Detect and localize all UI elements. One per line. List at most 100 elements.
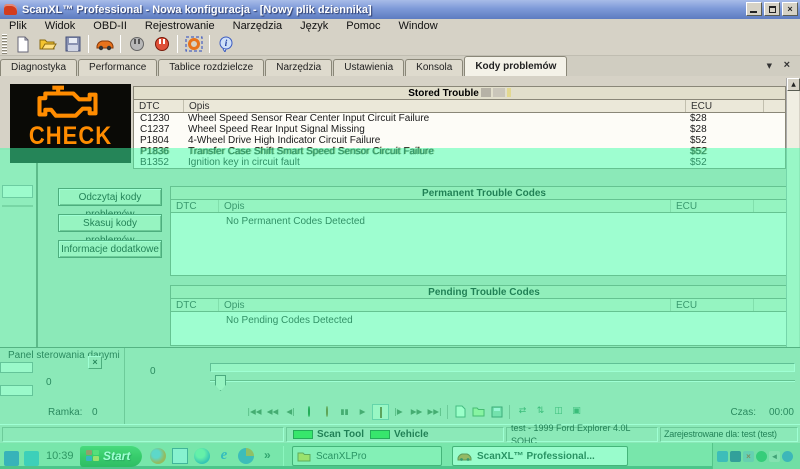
play-button[interactable]: ▶ (354, 404, 371, 420)
status-registration: Zarejestrowane dla: test (test) (660, 427, 798, 442)
disconnect-button[interactable] (149, 34, 174, 55)
export-button[interactable]: ◫ (550, 404, 567, 420)
fast-forward-button[interactable]: ▶▶ (408, 404, 425, 420)
frame-label: Ramka: (48, 407, 82, 418)
vertical-scrollbar[interactable]: ▲ (786, 78, 799, 347)
step-forward-button[interactable]: |▶ (390, 404, 407, 420)
tab-narzedzia[interactable]: Narzędzia (265, 59, 332, 76)
scroll-up-icon[interactable]: ▲ (787, 78, 800, 91)
table-row[interactable]: P1804 4-Wheel Drive High Indicator Circu… (134, 135, 785, 146)
rewind-button[interactable]: ◀◀ (264, 404, 281, 420)
stored-trouble-group: Stored Trouble DTC Opis ECU C1230 Wheel … (133, 86, 786, 169)
connect-button[interactable] (124, 34, 149, 55)
ie-icon[interactable]: e (216, 448, 232, 464)
col-ecu: ECU (671, 299, 754, 311)
open-file-icon (39, 36, 57, 52)
new-log-button[interactable] (452, 404, 469, 420)
vehicle-button[interactable] (92, 34, 117, 55)
firefox-icon[interactable] (150, 448, 166, 464)
table-row[interactable]: C1237 Wheel Speed Rear Input Signal Miss… (134, 124, 785, 135)
taskbar-button-scanxl-app[interactable]: ScanXL™ Professional... (452, 446, 628, 466)
slider-rail[interactable] (210, 380, 795, 382)
skip-to-end-button[interactable]: ▶▶| (426, 404, 443, 420)
scan-tool-label: Scan Tool (317, 428, 364, 441)
battery-icon[interactable] (730, 451, 741, 462)
menu-plik[interactable]: Plik (0, 19, 36, 33)
stop-button[interactable] (372, 404, 389, 420)
permanent-empty-message: No Permanent Codes Detected (171, 213, 797, 227)
save-log-button[interactable] (488, 404, 505, 420)
tab-performance[interactable]: Performance (78, 59, 157, 76)
menu-jezyk[interactable]: Język (291, 19, 337, 33)
taskbar-button-scanxlpro-folder[interactable]: ScanXLPro (292, 446, 442, 466)
table-row[interactable]: B1352 Ignition key in circuit fault $52 (134, 157, 785, 168)
clear-codes-button[interactable]: Skasuj kody problemów (58, 214, 162, 232)
new-file-button[interactable] (10, 34, 35, 55)
record-icon (308, 406, 310, 417)
start-button[interactable]: Start (80, 445, 142, 467)
menu-pomoc[interactable]: Pomoc (337, 19, 389, 33)
menu-rejestrowanie[interactable]: Rejestrowanie (136, 19, 224, 33)
tab-ustawienia[interactable]: Ustawienia (333, 59, 404, 76)
separator (283, 446, 284, 466)
title-bar: ScanXL™ Professional - Nowa konfiguracja… (0, 0, 800, 19)
permanent-trouble-title: Permanent Trouble Codes (171, 187, 797, 200)
render-glitch (493, 88, 505, 97)
network-disconnected-icon[interactable]: × (743, 451, 754, 462)
swap-data-button[interactable]: ⇄ (514, 404, 531, 420)
record-button[interactable] (300, 404, 317, 420)
pending-table-body: No Pending Codes Detected (171, 312, 797, 345)
tab-close-icon[interactable]: × (784, 59, 790, 71)
tab-konsola[interactable]: Konsola (405, 59, 463, 76)
clock-fragment: 10:39 (46, 450, 74, 462)
minimize-button[interactable] (746, 2, 762, 16)
toolbar-drag-handle[interactable] (2, 34, 7, 54)
tab-tablice-rozdzielcze[interactable]: Tablice rozdzielcze (158, 59, 264, 76)
table-row[interactable]: C1230 Wheel Speed Sensor Rear Center Inp… (134, 113, 785, 124)
restore-button[interactable] (764, 2, 780, 16)
dashboard-designer-button[interactable] (181, 34, 206, 55)
save-button[interactable] (60, 34, 85, 55)
window-title: ScanXL™ Professional - Nowa konfiguracja… (22, 4, 372, 16)
volume-icon[interactable]: ◄ (769, 451, 780, 462)
col-dtc: DTC (171, 200, 219, 212)
windows-taskbar: 10:39 Start e » ScanXLPro ScanXL™ Profes… (0, 443, 800, 469)
panel-close-icon[interactable]: × (88, 356, 102, 369)
open-file-button[interactable] (35, 34, 60, 55)
menu-widok[interactable]: Widok (36, 19, 85, 33)
close-button[interactable]: × (782, 2, 798, 16)
snapshot-button[interactable]: ▣ (568, 404, 585, 420)
check-label: CHECK (29, 122, 112, 150)
slider-thumb[interactable] (215, 375, 226, 391)
menu-obd2[interactable]: OBD-II (84, 19, 136, 33)
tab-kody-problemow[interactable]: Kody problemów (464, 56, 567, 76)
marker-button[interactable] (318, 404, 335, 420)
panel-divider (124, 348, 125, 425)
progress-track[interactable] (210, 363, 795, 372)
shield-icon[interactable] (756, 451, 767, 462)
updates-icon[interactable] (717, 451, 728, 462)
info-button[interactable]: i (213, 34, 238, 55)
stop-icon (380, 407, 382, 418)
skip-to-start-button[interactable]: |◀◀ (246, 404, 263, 420)
quicklaunch-overflow-chevron[interactable]: » (264, 448, 271, 462)
messenger-tray-icon[interactable] (782, 451, 793, 462)
open-log-button[interactable] (470, 404, 487, 420)
tab-diagnostyka[interactable]: Diagnostyka (0, 59, 77, 76)
col-opis: Opis (219, 200, 671, 212)
read-codes-button[interactable]: Odczytaj kody problemów (58, 188, 162, 206)
pause-button[interactable]: ▮▮ (336, 404, 353, 420)
toolbar-separator (177, 35, 178, 53)
glitch-value: 0 (46, 377, 52, 388)
transfer-button[interactable]: ⇅ (532, 404, 549, 420)
step-back-button[interactable]: ◀| (282, 404, 299, 420)
media-player-icon[interactable] (238, 448, 254, 464)
show-desktop-icon[interactable] (172, 448, 188, 464)
table-row[interactable]: P1836 Transfer Case Shift Smart Speed Se… (134, 146, 785, 157)
messenger-icon[interactable] (194, 448, 210, 464)
stored-table-header: DTC Opis ECU (134, 100, 785, 113)
menu-narzedzia[interactable]: Narzędzia (224, 19, 292, 33)
additional-info-button[interactable]: Informacje dodatkowe (58, 240, 162, 258)
tab-dropdown-icon[interactable]: ▼ (767, 62, 772, 70)
menu-window[interactable]: Window (390, 19, 447, 33)
